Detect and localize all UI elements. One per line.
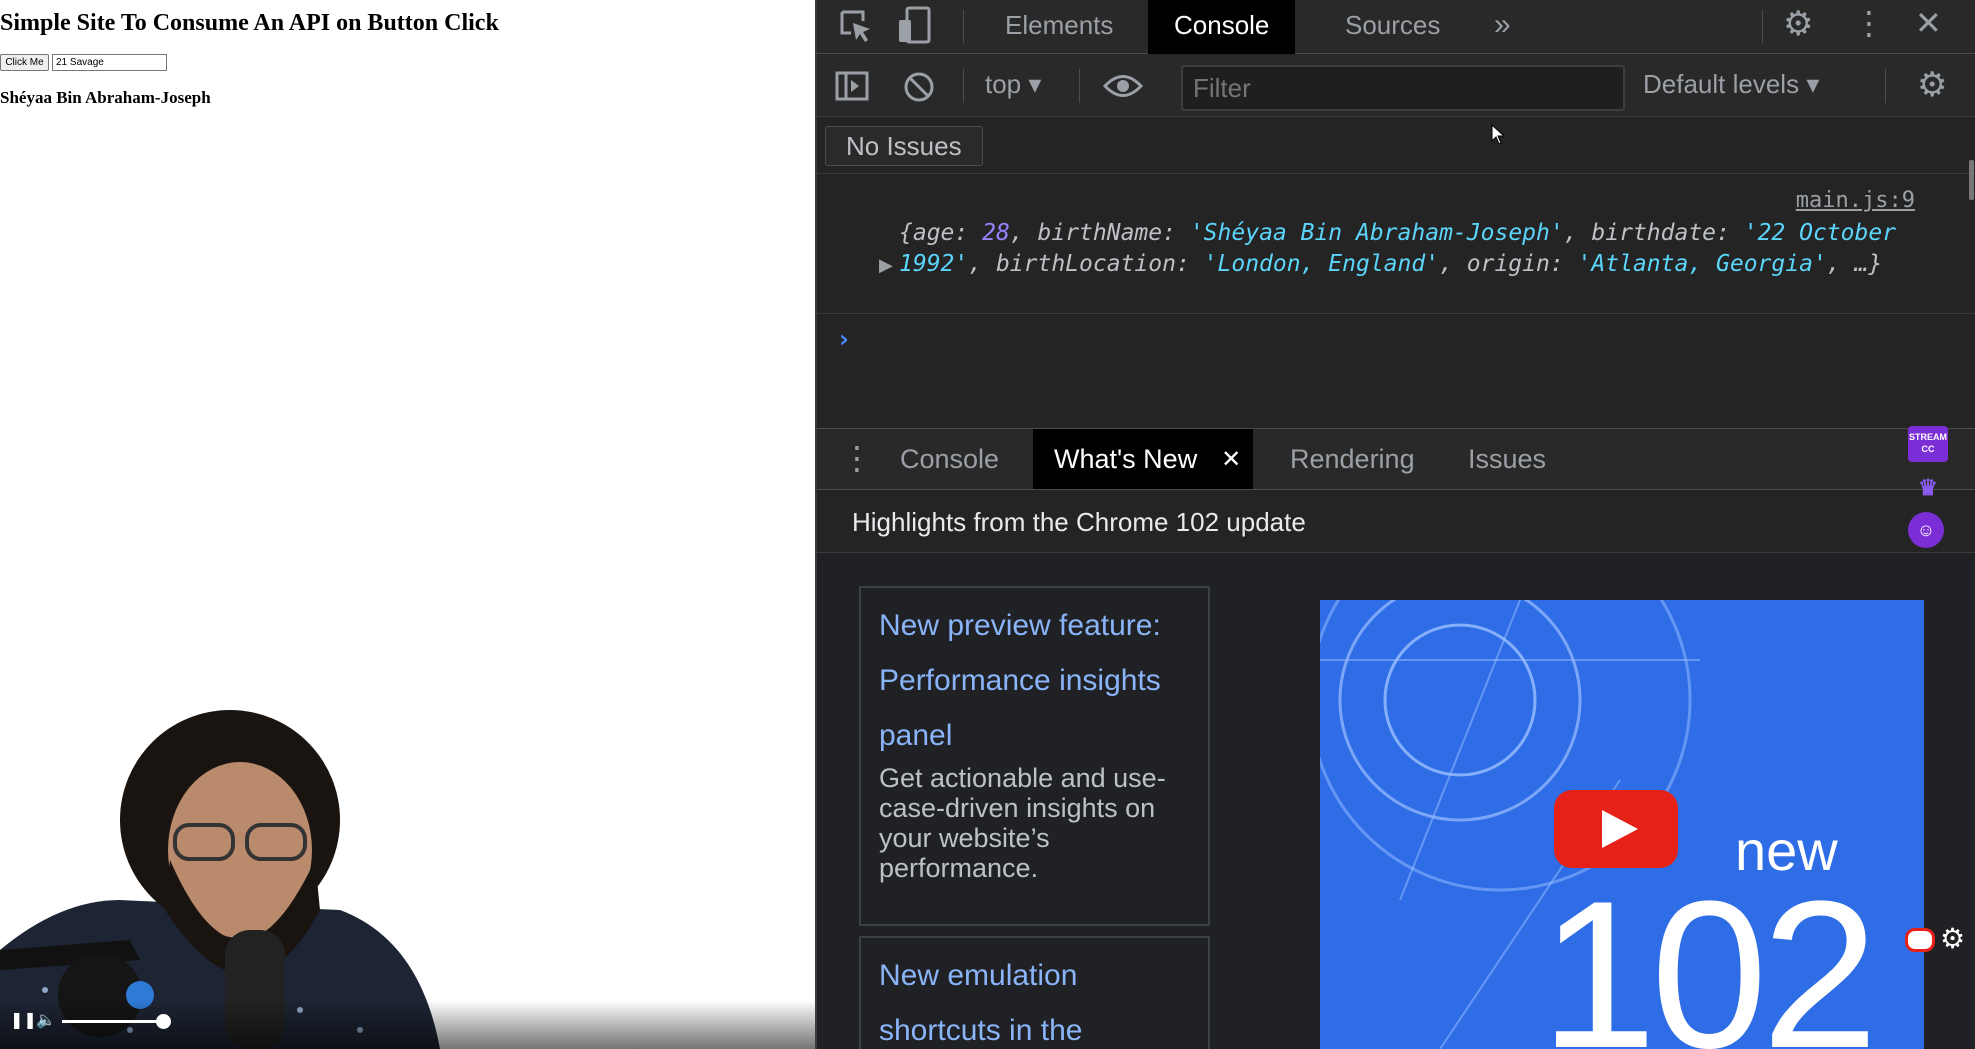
devtools-panel: Elements Console Sources » ⚙ ⋮ ✕ top ▾ D…: [815, 0, 1975, 1049]
log-key: , origin:: [1439, 251, 1578, 277]
separator: [963, 69, 964, 103]
feature-card[interactable]: New preview feature: Performance insight…: [859, 586, 1210, 926]
settings-icon[interactable]: ⚙: [1783, 4, 1813, 44]
chat-bubble-icon[interactable]: ☺: [1908, 512, 1944, 548]
volume-slider-knob[interactable]: [156, 1014, 171, 1029]
feature-title[interactable]: New emulation shortcuts in the: [879, 948, 1190, 1049]
inspect-icon[interactable]: [839, 9, 873, 43]
whats-new-title: Highlights from the Chrome 102 update: [852, 507, 1306, 537]
issues-button[interactable]: No Issues: [825, 126, 983, 166]
video-label-version: 102: [1540, 857, 1878, 1049]
artist-input[interactable]: [52, 54, 167, 71]
drawer-menu-icon[interactable]: ⋮: [841, 439, 873, 477]
console-log-entry: main.js:9 ▶ {age: 28, birthName: 'Shéyaa…: [817, 175, 1975, 314]
log-value: 'Shéyaa Bin Abraham-Joseph': [1189, 220, 1564, 246]
log-source-link[interactable]: main.js:9: [1796, 188, 1915, 213]
separator: [1079, 69, 1080, 103]
drawer-tabbar: ⋮ Console What's New ✕ Rendering Issues: [817, 428, 1975, 490]
overlay-extension-icons: STREAM CC ♛ ☺: [1898, 420, 1962, 560]
drawer-tab-whats-new[interactable]: What's New ✕: [1033, 429, 1254, 489]
tab-console[interactable]: Console: [1148, 0, 1296, 54]
console-filter-input[interactable]: [1181, 65, 1625, 111]
page-heading: Simple Site To Consume An API on Button …: [0, 10, 499, 36]
log-levels-dropdown[interactable]: Default levels ▾: [1643, 69, 1819, 100]
console-log-area: main.js:9 ▶ {age: 28, birthName: 'Shéyaa…: [817, 175, 1975, 427]
devtools-scrollbar[interactable]: [1969, 160, 1974, 200]
whats-new-body: New preview feature: Performance insight…: [817, 554, 1975, 1049]
click-me-button[interactable]: Click Me: [0, 54, 49, 71]
feature-card[interactable]: New emulation shortcuts in the: [859, 936, 1210, 1049]
console-settings-icon[interactable]: ⚙: [1917, 65, 1947, 105]
drawer-tab-issues[interactable]: Issues: [1447, 429, 1567, 489]
whats-new-header: Highlights from the Chrome 102 update: [817, 491, 1975, 553]
console-prompt[interactable]: ›: [839, 325, 849, 353]
drawer-tab-rendering[interactable]: Rendering: [1269, 429, 1436, 489]
result-name: Shéyaa Bin Abraham-Joseph: [0, 88, 211, 107]
log-key: , birthName:: [1009, 220, 1190, 246]
more-icon[interactable]: ⋮: [1853, 4, 1885, 42]
no-ads-icon[interactable]: [1905, 928, 1935, 952]
device-toolbar-icon[interactable]: [897, 6, 931, 46]
separator: [963, 10, 964, 44]
feature-title[interactable]: New preview feature: Performance insight…: [879, 598, 1190, 763]
stream-cc-icon[interactable]: STREAM CC: [1908, 426, 1948, 462]
more-tabs-button[interactable]: »: [1468, 0, 1537, 54]
log-value: 28: [982, 220, 1010, 246]
devtools-tabbar: Elements Console Sources » ⚙ ⋮ ✕: [817, 0, 1975, 54]
log-key: , birthLocation:: [968, 251, 1204, 277]
log-value: 'Atlanta, Georgia': [1577, 251, 1827, 277]
web-page: Simple Site To Consume An API on Button …: [0, 0, 815, 1049]
webcam-presenter: [0, 710, 440, 1049]
whats-new-video-thumbnail[interactable]: new 102: [1320, 600, 1924, 1049]
volume-slider-fill: [62, 1020, 164, 1023]
close-icon[interactable]: ✕: [1221, 429, 1241, 489]
log-brace: , …}: [1826, 251, 1883, 277]
drawer-tab-console[interactable]: Console: [879, 429, 1020, 489]
clear-console-icon[interactable]: [903, 71, 935, 103]
chevron-down-icon: ▾: [1806, 69, 1820, 99]
sidebar-icon[interactable]: [835, 71, 869, 101]
chevron-down-icon: ▾: [1028, 69, 1042, 99]
separator: [1762, 10, 1763, 44]
drawer-tab-label: What's New: [1054, 444, 1198, 474]
mouse-cursor-icon: [1491, 124, 1506, 145]
tab-elements[interactable]: Elements: [979, 0, 1139, 54]
context-selector[interactable]: top ▾: [985, 69, 1041, 100]
separator: [1885, 69, 1886, 103]
pause-icon[interactable]: ❚❚: [10, 1010, 37, 1029]
log-levels-label: Default levels: [1643, 69, 1800, 99]
expand-triangle-icon[interactable]: ▶: [879, 255, 893, 276]
console-toolbar: top ▾ Default levels ▾ ⚙: [817, 55, 1975, 117]
log-value: 'London, England': [1203, 251, 1440, 277]
log-key: , birthdate:: [1563, 220, 1744, 246]
feature-description: Get actionable and use-case-driven insig…: [879, 763, 1166, 883]
extension-settings-icon[interactable]: ⚙: [1940, 922, 1965, 955]
crown-icon[interactable]: ♛: [1908, 470, 1948, 506]
context-label: top: [985, 69, 1022, 99]
log-object-preview[interactable]: {age: 28, birthName: 'Shéyaa Bin Abraham…: [899, 218, 1919, 280]
eye-icon[interactable]: [1103, 73, 1143, 99]
tab-sources[interactable]: Sources: [1319, 0, 1466, 54]
log-brace: {: [899, 220, 913, 246]
log-key: age:: [912, 220, 983, 246]
issues-row: No Issues: [817, 118, 1975, 174]
close-icon[interactable]: ✕: [1915, 4, 1942, 42]
volume-icon[interactable]: 🔈: [36, 1010, 56, 1029]
